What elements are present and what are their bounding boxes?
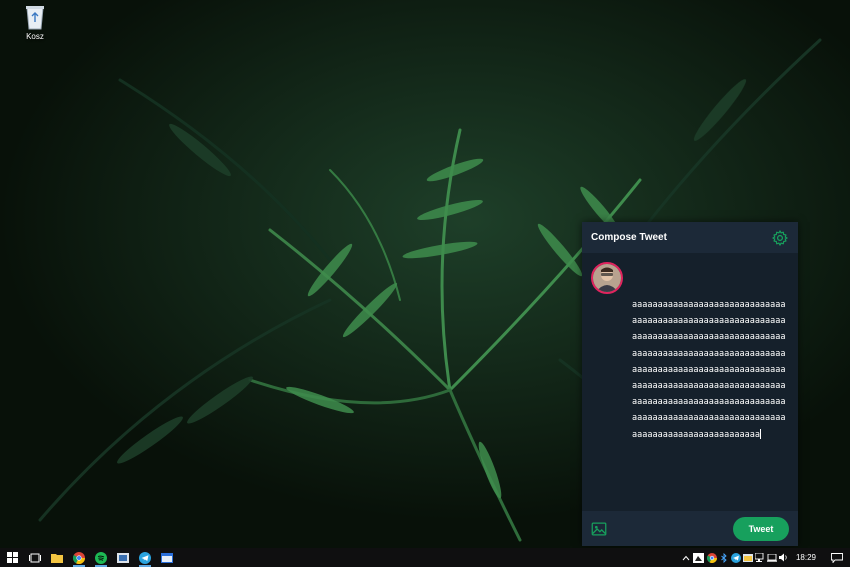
compose-header: Compose Tweet xyxy=(582,222,798,253)
compose-title: Compose Tweet xyxy=(591,232,667,243)
compose-tweet-window: Compose Tweet aaaaaaaaaaaaaaaaaaaaaaaaaa… xyxy=(582,222,798,546)
compose-footer: Tweet xyxy=(582,511,798,546)
desktop: Kosz Compose Tweet aaaaaaaaaaaaaaaaaaaaa… xyxy=(0,0,850,548)
chrome-icon[interactable] xyxy=(68,548,90,567)
tweet-button[interactable]: Tweet xyxy=(733,516,789,541)
chevron-up-icon[interactable] xyxy=(680,548,692,567)
image-icon[interactable] xyxy=(590,520,608,538)
notification-center-icon[interactable] xyxy=(824,548,850,567)
tweet-text-content: aaaaaaaaaaaaaaaaaaaaaaaaaaaaaaaaaaaaaaaa… xyxy=(632,300,786,440)
telegram-tray-icon[interactable] xyxy=(730,548,742,567)
volume-icon[interactable] xyxy=(778,548,790,567)
desktop-icon-recycle-bin[interactable]: Kosz xyxy=(18,4,52,41)
tweet-app-tray-icon[interactable] xyxy=(692,548,706,567)
app-window-icon[interactable] xyxy=(156,548,178,567)
taskbar: 18:29 xyxy=(0,548,850,567)
chrome-tray-icon[interactable] xyxy=(706,548,718,567)
taskbar-clock[interactable]: 18:29 xyxy=(790,553,824,562)
system-tray: 18:29 xyxy=(680,548,850,567)
telegram-icon[interactable] xyxy=(134,548,156,567)
gear-icon[interactable] xyxy=(771,229,789,247)
laptop-icon[interactable] xyxy=(766,548,778,567)
desktop-icon-label: Kosz xyxy=(26,32,44,41)
user-avatar xyxy=(591,262,623,294)
bluetooth-icon[interactable] xyxy=(718,548,730,567)
task-view-icon[interactable] xyxy=(24,548,46,567)
compose-body: aaaaaaaaaaaaaaaaaaaaaaaaaaaaaaaaaaaaaaaa… xyxy=(582,253,798,511)
photos-icon[interactable] xyxy=(112,548,134,567)
folder-tray-icon[interactable] xyxy=(742,548,754,567)
file-explorer-icon[interactable] xyxy=(46,548,68,567)
spotify-icon[interactable] xyxy=(90,548,112,567)
tweet-textarea[interactable]: aaaaaaaaaaaaaaaaaaaaaaaaaaaaaaaaaaaaaaaa… xyxy=(632,297,790,507)
network-icon[interactable] xyxy=(754,548,766,567)
recycle-bin-icon xyxy=(26,6,44,30)
text-caret xyxy=(759,429,761,440)
windows-start-icon[interactable] xyxy=(0,548,24,567)
